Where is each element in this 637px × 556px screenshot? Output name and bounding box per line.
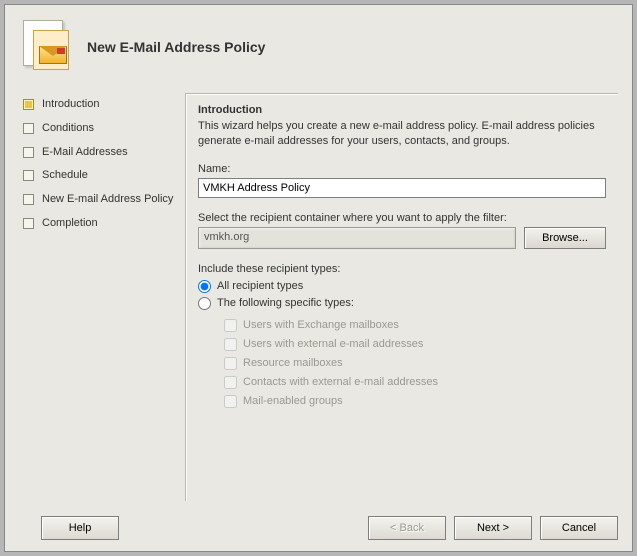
radio-all-recipients[interactable]: All recipient types <box>198 278 606 295</box>
dialog-header: New E-Mail Address Policy <box>5 5 632 83</box>
step-label: Completion <box>42 217 98 231</box>
check-mail-enabled-groups: Mail-enabled groups <box>224 392 606 411</box>
step-label: E-Mail Addresses <box>42 146 128 160</box>
browse-button[interactable]: Browse... <box>524 227 606 249</box>
dialog-body: Introduction Conditions E-Mail Addresses… <box>5 93 632 501</box>
step-label: Schedule <box>42 169 88 183</box>
radio-specific-types[interactable]: The following specific types: <box>198 295 606 312</box>
step-schedule[interactable]: Schedule <box>23 164 175 188</box>
step-new-policy[interactable]: New E-mail Address Policy <box>23 188 175 212</box>
step-label: Introduction <box>42 98 99 112</box>
step-label: New E-mail Address Policy <box>42 193 173 207</box>
specific-types-group: Users with Exchange mailboxes Users with… <box>198 316 606 411</box>
cancel-button[interactable]: Cancel <box>540 516 618 540</box>
step-introduction[interactable]: Introduction <box>23 93 175 117</box>
check-input <box>224 357 237 370</box>
radio-specific-label: The following specific types: <box>217 297 354 309</box>
step-marker-icon <box>23 147 34 158</box>
dialog-footer: Help < Back Next > Cancel <box>5 505 632 551</box>
help-button[interactable]: Help <box>41 516 119 540</box>
next-button[interactable]: Next > <box>454 516 532 540</box>
step-label: Conditions <box>42 122 94 136</box>
content-heading: Introduction <box>198 104 606 116</box>
check-label: Users with external e-mail addresses <box>243 338 423 350</box>
radio-all-input[interactable] <box>198 280 211 293</box>
check-label: Contacts with external e-mail addresses <box>243 376 438 388</box>
filter-label: Select the recipient container where you… <box>198 212 606 224</box>
name-label: Name: <box>198 163 606 175</box>
radio-all-label: All recipient types <box>217 280 303 292</box>
step-marker-icon <box>23 194 34 205</box>
check-input <box>224 395 237 408</box>
check-external-email-users: Users with external e-mail addresses <box>224 335 606 354</box>
check-label: Mail-enabled groups <box>243 395 343 407</box>
step-marker-icon <box>23 123 34 134</box>
recipient-container-display: vmkh.org <box>198 227 516 249</box>
back-button: < Back <box>368 516 446 540</box>
check-exchange-mailboxes: Users with Exchange mailboxes <box>224 316 606 335</box>
check-resource-mailboxes: Resource mailboxes <box>224 354 606 373</box>
step-marker-icon <box>23 218 34 229</box>
check-input <box>224 319 237 332</box>
step-marker-icon <box>23 170 34 181</box>
content-description: This wizard helps you create a new e-mai… <box>198 119 606 149</box>
dialog-title: New E-Mail Address Policy <box>87 39 265 55</box>
check-label: Resource mailboxes <box>243 357 343 369</box>
policy-name-input[interactable] <box>198 178 606 198</box>
step-marker-icon <box>23 99 34 110</box>
radio-specific-input[interactable] <box>198 297 211 310</box>
step-conditions[interactable]: Conditions <box>23 117 175 141</box>
check-input <box>224 338 237 351</box>
check-input <box>224 376 237 389</box>
step-completion[interactable]: Completion <box>23 212 175 236</box>
policy-icon <box>19 20 73 74</box>
check-external-email-contacts: Contacts with external e-mail addresses <box>224 373 606 392</box>
wizard-dialog: New E-Mail Address Policy Introduction C… <box>4 4 633 552</box>
wizard-steps: Introduction Conditions E-Mail Addresses… <box>5 93 185 501</box>
wizard-content-panel: Introduction This wizard helps you creat… <box>185 93 618 501</box>
step-email-addresses[interactable]: E-Mail Addresses <box>23 141 175 165</box>
include-label: Include these recipient types: <box>198 263 606 275</box>
check-label: Users with Exchange mailboxes <box>243 319 399 331</box>
